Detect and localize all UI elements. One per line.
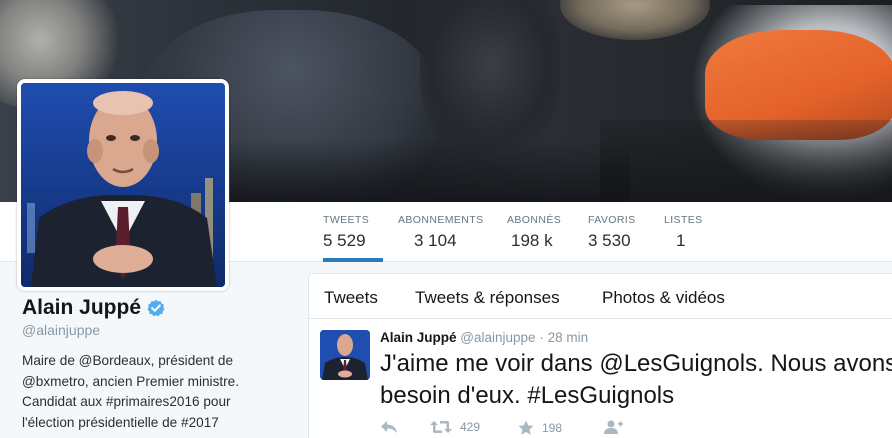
reply-icon (381, 421, 397, 433)
retweet-button[interactable]: 429 (430, 420, 480, 434)
bio-link-bxmetro[interactable]: @bxmetro (22, 374, 85, 389)
bio-text: , président de (150, 353, 234, 368)
follow-button[interactable] (603, 420, 623, 434)
bio-link-primaires2016[interactable]: #primaires2016 (106, 394, 200, 409)
stat-value: 198 k (511, 231, 553, 250)
bio-text: Maire de (22, 353, 79, 368)
avatar-image (320, 330, 370, 380)
tweet-author-name[interactable]: Alain Juppé (380, 330, 457, 345)
tweet-author-handle[interactable]: @alainjuppe (460, 330, 535, 345)
stat-label: ABONNÉS (507, 214, 562, 226)
retweet-count: 429 (460, 420, 481, 434)
avatar-image (21, 83, 225, 287)
tab-tweets[interactable]: Tweets (324, 288, 378, 308)
stat-favorites[interactable]: FAVORIS 3 530 (588, 202, 636, 262)
stat-lists[interactable]: LISTES 1 (664, 202, 703, 262)
stat-label: ABONNEMENTS (398, 214, 484, 226)
tweet-avatar[interactable] (320, 330, 370, 380)
stat-value: 1 (676, 231, 686, 250)
timeline: Tweets Tweets & réponses Photos & vidéos… (308, 273, 892, 438)
stat-label: LISTES (664, 214, 703, 226)
stat-tweets[interactable]: TWEETS 5 529 (323, 202, 383, 262)
tweet-separator: · (539, 330, 544, 345)
profile-name[interactable]: Alain Juppé (22, 296, 141, 320)
profile-card: Alain Juppé @alainjuppe Maire de @Bordea… (22, 296, 262, 433)
tweet-text: J'aime me voir dans @LesGuignols. Nous a… (380, 350, 892, 409)
tab-tweets-replies[interactable]: Tweets & réponses (415, 288, 560, 308)
stat-followers[interactable]: ABONNÉS 198 k (507, 202, 561, 262)
stat-label: TWEETS (323, 214, 370, 226)
favorite-button[interactable]: 198 (518, 420, 562, 436)
retweet-icon (430, 421, 452, 433)
stat-value: 3 530 (588, 231, 631, 250)
tab-photos-videos[interactable]: Photos & vidéos (602, 288, 725, 308)
follow-icon (604, 420, 623, 434)
tweet-actions: 429 198 (380, 420, 680, 438)
tweet-header: Alain Juppé @alainjuppe · 28 min (380, 330, 588, 345)
favorite-count: 198 (542, 421, 563, 435)
bio-link-2017[interactable]: #2017 (181, 415, 219, 430)
timeline-tabs: Tweets Tweets & réponses Photos & vidéos (309, 274, 892, 319)
profile-avatar[interactable] (17, 79, 229, 291)
reply-button[interactable] (380, 420, 398, 434)
bio-link-bordeaux[interactable]: @Bordeaux (79, 353, 151, 368)
star-icon (518, 420, 534, 435)
tweet-timestamp[interactable]: 28 min (548, 330, 589, 345)
stat-value: 3 104 (414, 231, 457, 250)
stat-label: FAVORIS (588, 214, 636, 226)
profile-bio: Maire de @Bordeaux, président de @bxmetr… (22, 351, 262, 433)
profile-handle[interactable]: @alainjuppe (22, 322, 262, 338)
stat-value: 5 529 (323, 231, 366, 250)
stat-following[interactable]: ABONNEMENTS 3 104 (398, 202, 484, 262)
verified-badge-icon (147, 299, 165, 317)
